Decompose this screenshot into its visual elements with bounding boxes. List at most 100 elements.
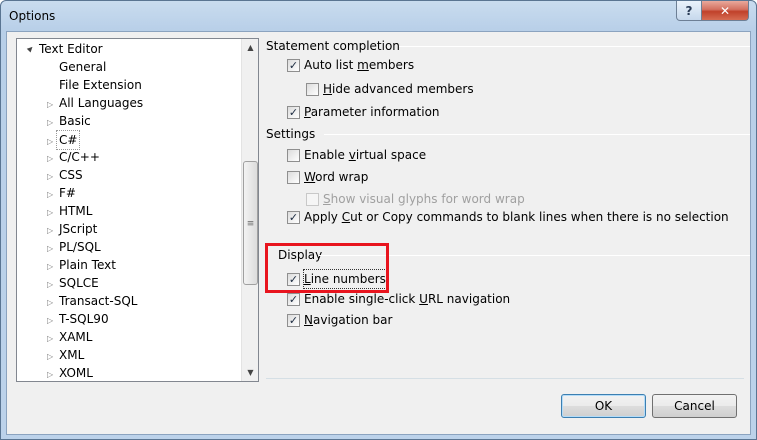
window-title: Options xyxy=(9,9,56,23)
parameter-information-option[interactable]: ✓ Parameter information xyxy=(287,103,440,121)
tree-item-label: SQLCE xyxy=(59,276,99,290)
label-text: avigation bar xyxy=(312,313,393,327)
tree-item-label: Text Editor xyxy=(39,42,103,56)
mnemonic-letter: U xyxy=(419,292,428,306)
mnemonic-letter: v xyxy=(348,148,356,162)
enable-virtual-space-option[interactable]: Enable virtual space xyxy=(287,146,426,164)
apply-cut-copy-option[interactable]: ✓ Apply Cut or Copy commands to blank lin… xyxy=(287,208,729,226)
tree-item-label: CSS xyxy=(59,168,83,182)
option-label: Hide advanced members xyxy=(323,80,474,98)
tree-item-label: JScript xyxy=(59,222,98,236)
collapsed-arrow-icon[interactable]: ▷ xyxy=(47,366,59,381)
option-label: Auto list members xyxy=(304,56,414,74)
cancel-button[interactable]: Cancel xyxy=(652,394,737,418)
scroll-down-arrow-icon[interactable]: ▼ xyxy=(242,364,259,381)
option-label: Show visual glyphs for word wrap xyxy=(323,190,525,208)
checkbox[interactable] xyxy=(287,148,300,162)
show-visual-glyphs-option: Show visual glyphs for word wrap xyxy=(306,190,525,208)
tree-item[interactable]: ▷ All Languages xyxy=(47,94,143,112)
tree-item-label: Basic xyxy=(59,114,91,128)
tree-item-label: Transact-SQL xyxy=(59,294,138,308)
tree-item-label: T-SQL90 xyxy=(59,312,109,326)
group-divider xyxy=(399,46,750,47)
tree-item-label: F# xyxy=(59,186,76,200)
group-divider xyxy=(324,134,750,135)
label-text: embers xyxy=(368,58,415,72)
checkbox[interactable]: ✓ xyxy=(287,58,300,72)
option-label: Word wrap xyxy=(304,168,368,186)
tree-item[interactable]: ▷ XAML xyxy=(47,328,92,346)
tree-item[interactable]: ▷ HTML xyxy=(47,202,92,220)
scroll-up-arrow-icon[interactable]: ▲ xyxy=(242,39,259,56)
tree-item-label: General xyxy=(59,60,107,74)
tree-item[interactable]: ▷ C/C++ xyxy=(47,148,100,166)
tree-item[interactable]: ▷ F# xyxy=(47,184,76,202)
checkbox[interactable]: ✓ xyxy=(287,105,300,119)
mnemonic-letter: m xyxy=(357,58,369,72)
navigation-bar-option[interactable]: ✓ Navigation bar xyxy=(287,311,392,329)
tree-item[interactable]: ▷ XML xyxy=(47,346,84,364)
tree-item[interactable]: ▷ Plain Text xyxy=(47,256,116,274)
options-tree[interactable]: ▲ Text Editor General File Extension ▷ All L… xyxy=(16,38,259,382)
option-label: Navigation bar xyxy=(304,311,392,329)
checkbox[interactable]: ✓ xyxy=(287,210,300,224)
checkbox xyxy=(306,192,319,206)
word-wrap-option[interactable]: Word wrap xyxy=(287,168,368,186)
tree-item[interactable]: ▷ C# xyxy=(47,130,81,150)
checkbox[interactable]: ✓ xyxy=(287,292,300,306)
tree-item[interactable]: ▷ XOML xyxy=(47,364,93,381)
label-text: arameter information xyxy=(310,105,440,119)
hide-advanced-members-option[interactable]: Hide advanced members xyxy=(306,80,474,98)
label-text: Apply xyxy=(304,210,342,224)
tree-item[interactable]: File Extension xyxy=(47,76,142,94)
tree-item-label: File Extension xyxy=(59,78,142,92)
label-text: Auto list xyxy=(304,58,358,72)
title-bar[interactable]: Options ? ✕ xyxy=(1,1,756,31)
tree-item[interactable]: ▷ JScript xyxy=(47,220,97,238)
tree-item[interactable]: ▷ SQLCE xyxy=(47,274,99,292)
tree-item-label: PL/SQL xyxy=(59,240,101,254)
tree-item[interactable]: ▷ CSS xyxy=(47,166,83,184)
tree-item[interactable]: ▷ Transact-SQL xyxy=(47,292,137,310)
tree-item[interactable]: ▷ Basic xyxy=(47,112,91,130)
tree-item-label: Plain Text xyxy=(59,258,116,272)
checkbox[interactable]: ✓ xyxy=(287,313,300,327)
label-text: Enable xyxy=(304,148,349,162)
tree-item[interactable]: ▷ T-SQL90 xyxy=(47,310,109,328)
tree-item-label: XAML xyxy=(59,330,93,344)
mnemonic-letter: W xyxy=(304,170,316,184)
option-label: Parameter information xyxy=(304,103,440,121)
tree-item-text-editor[interactable]: ▲ Text Editor xyxy=(26,40,103,58)
mnemonic-letter: S xyxy=(323,192,331,206)
checkbox[interactable] xyxy=(306,82,319,96)
mnemonic-letter: P xyxy=(304,105,311,119)
close-button[interactable]: ✕ xyxy=(701,1,749,21)
tree-item-label: XML xyxy=(59,348,85,362)
tree-list: ▲ Text Editor General File Extension ▷ All L… xyxy=(17,39,241,381)
help-button[interactable]: ? xyxy=(676,1,702,21)
label-text: ut or Copy commands to blank lines when … xyxy=(350,210,729,224)
mnemonic-letter: H xyxy=(323,82,333,96)
settings-header: Settings xyxy=(266,127,316,141)
option-label: Enable virtual space xyxy=(304,146,426,164)
ok-button[interactable]: OK xyxy=(561,394,646,418)
label-text: ide advanced members xyxy=(332,82,474,96)
checkbox[interactable] xyxy=(287,170,300,184)
highlight-annotation-box xyxy=(265,243,389,293)
label-text: ord wrap xyxy=(315,170,369,184)
tree-scrollbar[interactable]: ▲ ≡ ▼ xyxy=(241,39,258,381)
tree-item-label: HTML xyxy=(59,204,93,218)
tree-item-label: C# xyxy=(56,130,81,150)
label-text: irtual space xyxy=(355,148,427,162)
label-text: Enable single-click xyxy=(304,292,420,306)
option-label: Apply Cut or Copy commands to blank line… xyxy=(304,208,729,226)
tree-item-label: All Languages xyxy=(59,96,144,110)
label-text: RL navigation xyxy=(427,292,511,306)
scroll-thumb[interactable]: ≡ xyxy=(243,161,258,285)
tree-item[interactable]: ▷ PL/SQL xyxy=(47,238,101,256)
tree-item-label: C/C++ xyxy=(59,150,100,164)
label-text: how visual glyphs for word wrap xyxy=(330,192,525,206)
statement-completion-header: Statement completion xyxy=(266,39,400,53)
auto-list-members-option[interactable]: ✓ Auto list members xyxy=(287,56,414,74)
tree-item[interactable]: General xyxy=(47,58,106,76)
